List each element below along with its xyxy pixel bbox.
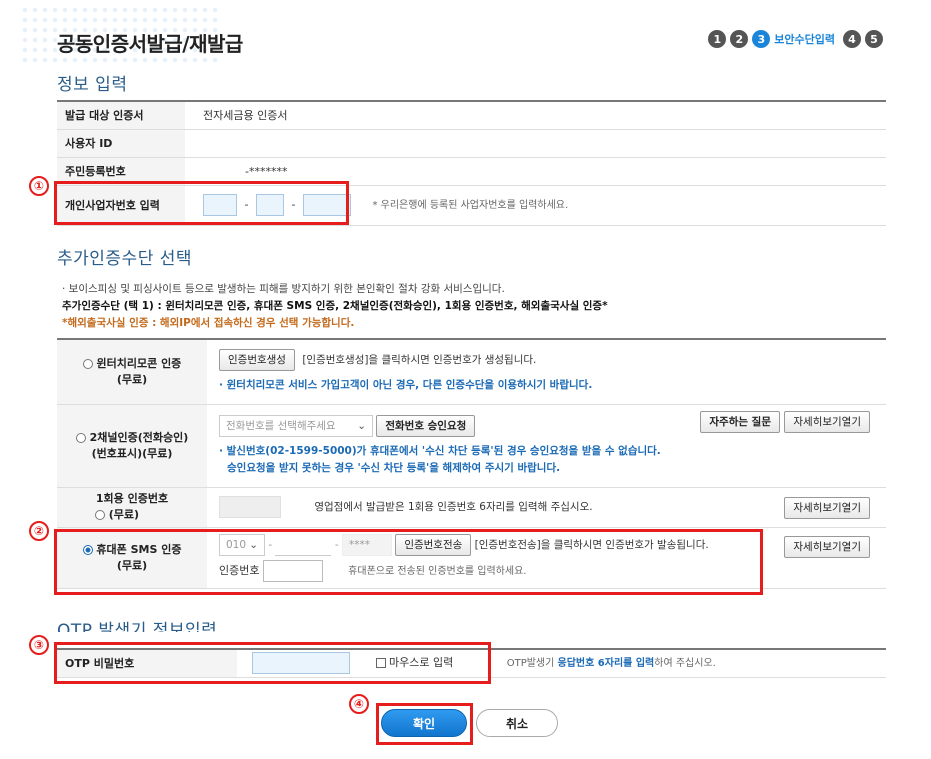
wintouch-radio[interactable] xyxy=(82,358,93,369)
auth-section-title: 추가인증수단 선택 xyxy=(57,249,193,269)
page-title: 공동인증서발급/재발급 xyxy=(57,32,243,56)
step-5: 5 xyxy=(865,30,883,48)
table-row: 발급 대상 인증서 전자세금용 인증서 xyxy=(57,101,886,130)
one-time-value-cell: 영업점에서 발급받은 1회용 인증번호 6자리를 입력해 주십시오. 자세히보기… xyxy=(207,487,886,528)
wintouch-value-cell: 인증번호생성 [인증번호생성]을 클릭하시면 인증번호가 생성됩니다. · 윈터… xyxy=(207,339,886,405)
one-time-label-free: (무료) xyxy=(108,508,140,521)
step-3-active: 3 xyxy=(752,30,771,48)
info-section-title: 정보 입력 xyxy=(57,75,128,95)
annotation-badge-1: ① xyxy=(29,176,49,196)
row-label: 발급 대상 인증서 xyxy=(57,101,185,130)
auth-note-3: *해외출국사실 인증 : 해외IP에서 접속하신 경우 선택 가능합니다. xyxy=(62,317,355,329)
step-2: 2 xyxy=(730,30,749,48)
one-time-desc: 영업점에서 발급받은 1회용 인증번호 6자리를 입력해 주십시오. xyxy=(314,501,593,513)
two-channel-note-2: 승인요청을 받지 못하는 경우 '수신 차단 등록'을 해제하여 주시기 바랍니… xyxy=(227,461,561,474)
highlight-box-3 xyxy=(54,642,491,684)
otp-section-title: OTP 발생기 정보입력 xyxy=(57,621,218,632)
wintouch-desc: [인증번호생성]을 클릭하시면 인증번호가 생성됩니다. xyxy=(302,354,537,367)
two-channel-label: 2채널인증(전화승인) xyxy=(89,430,189,444)
row-label: 사용자 ID xyxy=(57,129,185,158)
wintouch-label: 윈터치리모콘 인증 xyxy=(96,356,182,370)
auth-note-1: · 보이스피싱 및 피싱사이트 등으로 발생하는 피해를 방지하기 위한 본인확… xyxy=(62,283,505,295)
chevron-down-icon: ⌄ xyxy=(357,419,366,432)
auth-note-2: 추가인증수단 (택 1) : 윈터치리모콘 인증, 휴대폰 SMS 인증, 2채… xyxy=(62,300,608,312)
two-channel-note-1: · 발신번호(02-1599-5000)가 휴대폰에서 '수신 차단 등록'된 … xyxy=(219,444,661,457)
auth-row-wintouch: 윈터치리모콘 인증 (무료) 인증번호생성 [인증번호생성]을 클릭하시면 인증… xyxy=(57,339,886,405)
confirm-button[interactable]: 확인 xyxy=(381,709,467,737)
one-time-code-input[interactable] xyxy=(219,496,281,518)
two-channel-detail-button[interactable]: 자세히보기열기 xyxy=(784,410,870,433)
annotation-badge-3: ③ xyxy=(29,635,49,655)
one-time-detail-button[interactable]: 자세히보기열기 xyxy=(784,496,870,519)
two-channel-radio[interactable] xyxy=(75,432,86,443)
one-time-radio[interactable] xyxy=(94,510,105,520)
annotation-badge-2: ② xyxy=(29,521,49,541)
user-id-value xyxy=(185,129,886,158)
target-cert-value: 전자세금용 인증서 xyxy=(185,101,886,130)
faq-button[interactable]: 자주하는 질문 xyxy=(700,410,780,433)
otp-hint-prefix: OTP발생기 xyxy=(506,658,558,670)
auth-notes: · 보이스피싱 및 피싱사이트 등으로 발생하는 피해를 방지하기 위한 본인확… xyxy=(62,281,608,332)
highlight-box-2 xyxy=(54,529,763,595)
two-channel-value-cell: 전화번호를 선택해주세요 ⌄ 전화번호 승인요청 자주하는 질문 자세히보기열기… xyxy=(207,404,886,488)
auth-row-two-channel: 2채널인증(전화승인) (번호표시)(무료) 전화번호를 선택해주세요 ⌄ 전화… xyxy=(57,404,886,488)
cancel-button[interactable]: 취소 xyxy=(476,709,558,737)
biz-number-hint: * 우리은행에 등록된 사업자번호를 입력하세요. xyxy=(372,200,569,211)
wintouch-label-free: (무료) xyxy=(116,372,148,386)
otp-hint-bold: 응답번호 6자리를 입력 xyxy=(557,658,655,670)
sms-detail-button[interactable]: 자세히보기열기 xyxy=(784,535,870,558)
highlight-box-1 xyxy=(54,181,349,225)
active-step-label: 보안수단입력 xyxy=(774,33,835,46)
annotation-badge-4: ④ xyxy=(349,694,369,714)
generate-code-button[interactable]: 인증번호생성 xyxy=(219,349,295,372)
two-channel-label-cell: 2채널인증(전화승인) (번호표시)(무료) xyxy=(57,404,207,488)
wintouch-label-cell: 윈터치리모콘 인증 (무료) xyxy=(57,339,207,405)
table-row: 사용자 ID xyxy=(57,129,886,158)
wintouch-note: · 윈터치리모콘 서비스 가입고객이 아닌 경우, 다른 인증수단을 이용하시기… xyxy=(219,379,593,392)
phone-select[interactable]: 전화번호를 선택해주세요 ⌄ xyxy=(219,414,373,437)
one-time-label: 1회용 인증번호 xyxy=(95,492,169,505)
step-1: 1 xyxy=(708,30,727,48)
step-4: 4 xyxy=(843,30,861,48)
phone-approval-button[interactable]: 전화번호 승인요청 xyxy=(376,414,476,437)
otp-hint-suffix: 하여 주십시오. xyxy=(654,658,716,670)
one-time-label-cell: 1회용 인증번호 (무료) xyxy=(57,487,207,528)
auth-row-one-time: 1회용 인증번호 (무료) 영업점에서 발급받은 1회용 인증번호 6자리를 입… xyxy=(57,487,886,528)
phone-select-placeholder: 전화번호를 선택해주세요 xyxy=(226,419,336,432)
two-channel-label-free: (번호표시)(무료) xyxy=(91,446,173,460)
step-indicator: 1 2 3 보안수단입력 4 5 xyxy=(708,30,883,48)
